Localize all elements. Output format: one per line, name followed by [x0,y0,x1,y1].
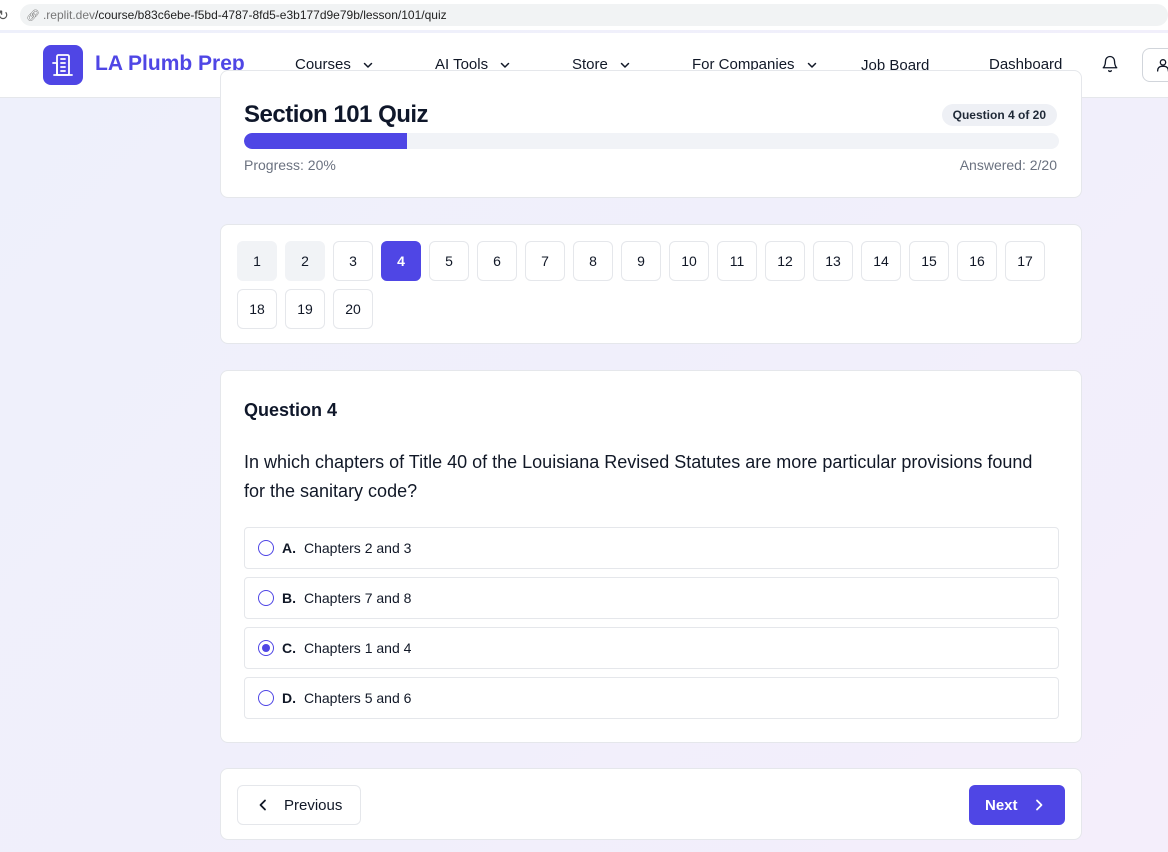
chevron-down-icon [620,62,630,68]
answered-count: Answered: 2/20 [959,157,1057,173]
radio-button[interactable] [258,540,274,556]
next-button[interactable]: Next [969,785,1065,825]
chevron-down-icon [500,62,510,68]
previous-button[interactable]: Previous [237,785,361,825]
option-text: Chapters 2 and 3 [304,540,412,556]
question-number-button[interactable]: 8 [573,241,613,281]
browser-url-bar: ↻ 🔗︎ .replit.dev/course/b83c6ebe-f5bd-47… [0,0,1168,30]
quiz-footer-nav: Previous Next [220,768,1082,840]
address-field[interactable]: 🔗︎ .replit.dev/course/b83c6ebe-f5bd-4787… [20,4,1168,26]
question-number-button[interactable]: 17 [1005,241,1045,281]
question-number-button[interactable]: 2 [285,241,325,281]
radio-button[interactable] [258,590,274,606]
logo-icon[interactable] [43,45,83,85]
radio-button[interactable] [258,640,274,656]
question-number-button[interactable]: 4 [381,241,421,281]
quiz-header-card: Section 101 Quiz Question 4 of 20 Progre… [220,70,1082,198]
question-number-button[interactable]: 11 [717,241,757,281]
url-host: .replit.dev [42,8,95,22]
chevron-left-icon [259,799,266,811]
question-number-button[interactable]: 5 [429,241,469,281]
question-number-button[interactable]: 12 [765,241,805,281]
question-number-button[interactable]: 19 [285,289,325,329]
question-navigator: 1 2 3 4 5 6 7 8 9 10 11 12 13 14 15 16 17 18 19 20 [220,224,1082,344]
question-number-button[interactable]: 10 [669,241,709,281]
question-number-button[interactable]: 6 [477,241,517,281]
answer-option-c[interactable]: C. Chapters 1 and 4 [244,627,1059,669]
question-number-button[interactable]: 15 [909,241,949,281]
url-path: /course/b83c6ebe-f5bd-4787-8fd5-e3b177d9… [95,8,447,22]
progress-bar-fill [244,133,407,149]
question-number-button[interactable]: 14 [861,241,901,281]
answer-option-b[interactable]: B. Chapters 7 and 8 [244,577,1059,619]
chevron-down-icon [807,62,816,68]
progress-text: Progress: 20% [244,157,336,173]
question-number-grid: 1 2 3 4 5 6 7 8 9 10 11 12 13 14 15 16 17 18 19 20 [237,241,1057,329]
question-counter-badge: Question 4 of 20 [941,104,1057,126]
option-letter: A. [282,540,296,556]
user-icon [1157,59,1168,72]
question-number-button[interactable]: 20 [333,289,373,329]
progress-bar [244,133,1059,149]
option-text: Chapters 5 and 6 [304,690,412,706]
question-text: In which chapters of Title 40 of the Lou… [244,452,1033,501]
question-number-button[interactable]: 7 [525,241,565,281]
option-letter: B. [282,590,296,606]
bell-icon[interactable] [1101,55,1119,73]
radio-button[interactable] [258,690,274,706]
next-button-label: Next [985,796,1018,814]
option-letter: C. [282,640,296,656]
quiz-title: Section 101 Quiz [244,101,429,128]
question-number-button[interactable]: 13 [813,241,853,281]
reload-icon[interactable]: ↻ [0,7,11,24]
answer-option-a[interactable]: A. Chapters 2 and 3 [244,527,1059,569]
question-number-button[interactable]: 16 [957,241,997,281]
user-menu-button[interactable] [1142,48,1168,82]
question-number-button[interactable]: 18 [237,289,277,329]
question-number-button[interactable]: 1 [237,241,277,281]
previous-button-label: Previous [284,796,343,814]
question-number-button[interactable]: 3 [333,241,373,281]
answer-option-d[interactable]: D. Chapters 5 and 6 [244,677,1059,719]
chevron-right-icon [1035,799,1042,811]
chevron-down-icon [363,62,373,68]
option-letter: D. [282,690,296,706]
option-text: Chapters 7 and 8 [304,590,412,606]
question-number-button[interactable]: 9 [621,241,661,281]
question-heading: Question 4 [244,400,338,420]
link-icon: 🔗︎ [26,9,40,22]
option-text: Chapters 1 and 4 [304,640,412,656]
question-card: Question 4 In which chapters of Title 40… [220,370,1082,743]
